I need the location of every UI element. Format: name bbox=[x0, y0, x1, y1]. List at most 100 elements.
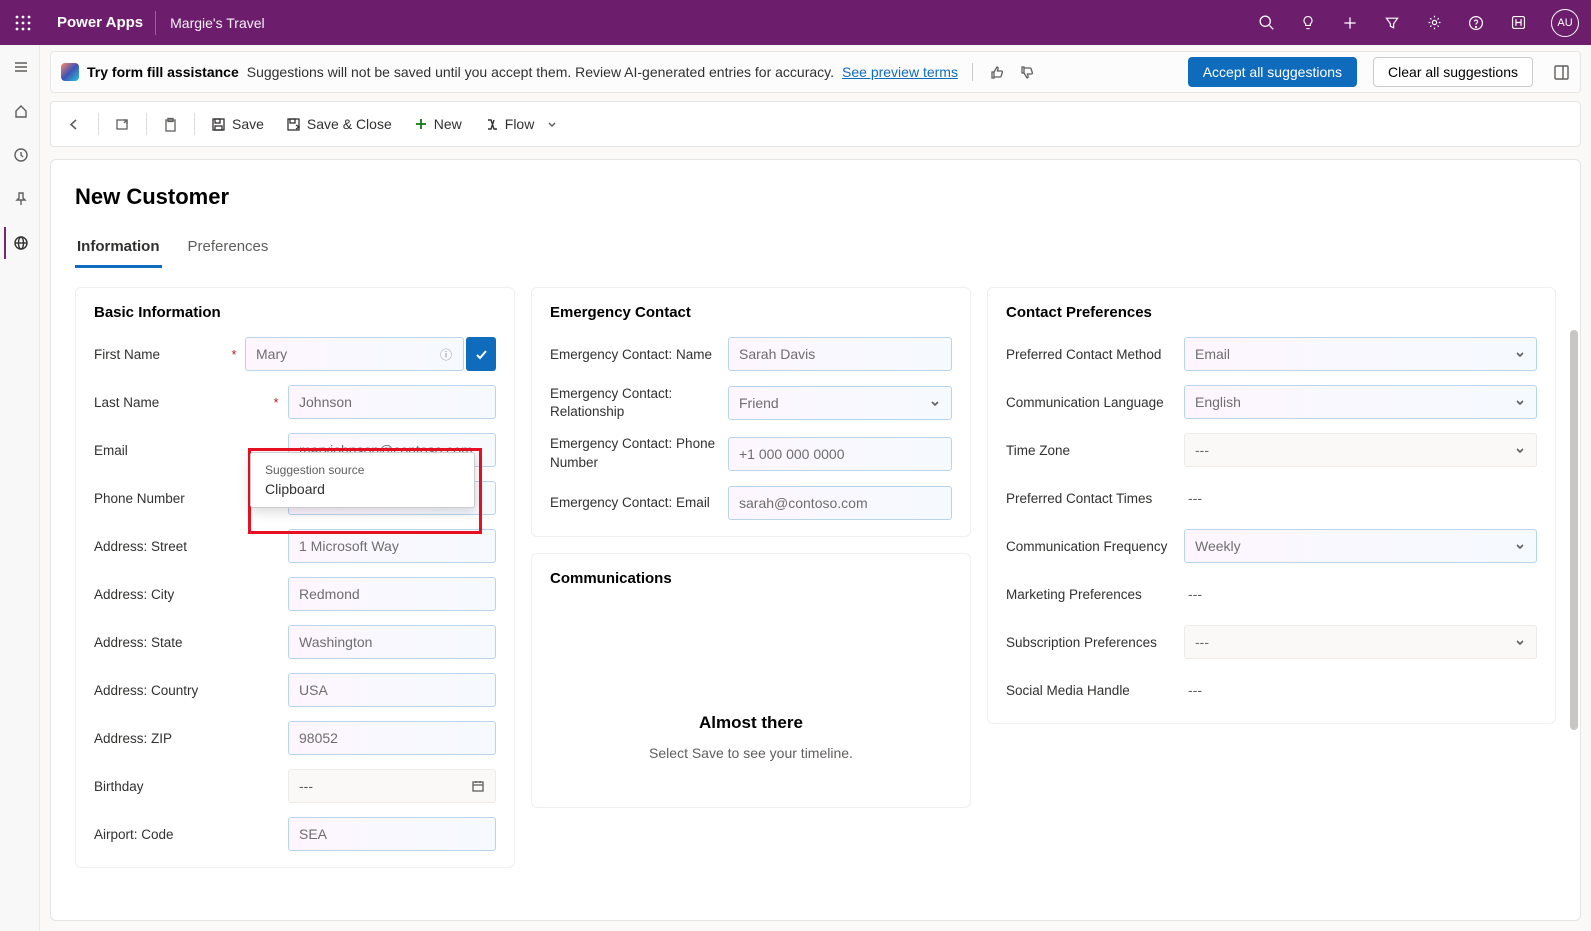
info-icon[interactable]: ⓘ bbox=[440, 346, 452, 363]
flow-button[interactable]: Flow bbox=[474, 110, 569, 138]
pref-marketing-label: Marketing Preferences bbox=[1006, 587, 1176, 602]
last-name-input[interactable] bbox=[288, 385, 496, 419]
birthday-label: Birthday bbox=[94, 779, 264, 794]
notification-title: Try form fill assistance bbox=[87, 64, 239, 80]
pref-marketing-value[interactable]: --- bbox=[1184, 577, 1537, 611]
notification-link[interactable]: See preview terms bbox=[842, 64, 958, 80]
section-preferences: Contact Preferences Preferred Contact Me… bbox=[987, 287, 1556, 724]
emergency-rel-label: Emergency Contact: Relationship bbox=[550, 385, 720, 421]
scrollbar[interactable] bbox=[1570, 330, 1578, 730]
tab-information[interactable]: Information bbox=[75, 232, 162, 268]
left-nav-rail bbox=[0, 45, 40, 931]
airport-input[interactable] bbox=[288, 817, 496, 851]
section-basic-info: Basic Information First Name * ⓘ Last Na… bbox=[75, 287, 515, 868]
expand-panel-icon[interactable] bbox=[1553, 64, 1570, 81]
content-card: New Customer Information Preferences Bas… bbox=[50, 159, 1581, 921]
settings-icon[interactable] bbox=[1413, 0, 1455, 45]
section-comm-title: Communications bbox=[550, 570, 952, 587]
lightbulb-icon[interactable] bbox=[1287, 0, 1329, 45]
zip-input[interactable] bbox=[288, 721, 496, 755]
pref-sub-select[interactable]: --- bbox=[1184, 625, 1537, 659]
suggestion-tooltip: Suggestion source Clipboard bbox=[250, 452, 475, 508]
pref-freq-label: Communication Frequency bbox=[1006, 539, 1176, 554]
city-input[interactable] bbox=[288, 577, 496, 611]
pref-sub-label: Subscription Preferences bbox=[1006, 635, 1176, 650]
chevron-down-icon bbox=[1514, 348, 1526, 360]
open-new-window-button[interactable] bbox=[105, 111, 140, 138]
country-input[interactable] bbox=[288, 673, 496, 707]
tooltip-value: Clipboard bbox=[265, 481, 460, 497]
office-icon[interactable] bbox=[1497, 0, 1539, 45]
globe-icon[interactable] bbox=[4, 227, 36, 259]
birthday-input[interactable]: --- bbox=[288, 769, 496, 803]
home-icon[interactable] bbox=[4, 95, 36, 127]
section-basic-title: Basic Information bbox=[94, 304, 496, 321]
notification-bar: Try form fill assistance Suggestions wil… bbox=[50, 51, 1581, 93]
chevron-down-icon bbox=[1514, 444, 1526, 456]
comm-empty-title: Almost there bbox=[560, 713, 942, 733]
emergency-phone-input[interactable] bbox=[728, 437, 952, 471]
pref-tz-label: Time Zone bbox=[1006, 443, 1176, 458]
copilot-icon bbox=[61, 63, 79, 81]
pref-social-value[interactable]: --- bbox=[1184, 673, 1537, 707]
recent-icon[interactable] bbox=[4, 139, 36, 171]
chevron-down-icon bbox=[929, 397, 941, 409]
accept-suggestion-button[interactable] bbox=[466, 337, 496, 371]
save-button[interactable]: Save bbox=[201, 110, 274, 138]
new-button[interactable]: New bbox=[404, 110, 472, 138]
add-icon[interactable] bbox=[1329, 0, 1371, 45]
back-button[interactable] bbox=[57, 111, 92, 138]
search-icon[interactable] bbox=[1245, 0, 1287, 45]
pref-method-label: Preferred Contact Method bbox=[1006, 347, 1176, 362]
save-close-button[interactable]: Save & Close bbox=[276, 110, 402, 138]
emergency-name-input[interactable] bbox=[728, 337, 952, 371]
pinned-icon[interactable] bbox=[4, 183, 36, 215]
first-name-label: First Name bbox=[94, 347, 223, 362]
chevron-down-icon bbox=[1514, 636, 1526, 648]
clear-all-button[interactable]: Clear all suggestions bbox=[1373, 57, 1533, 87]
comm-empty-text: Select Save to see your timeline. bbox=[560, 745, 942, 761]
section-communications: Communications Almost there Select Save … bbox=[531, 553, 971, 808]
hamburger-icon[interactable] bbox=[4, 51, 36, 83]
section-emergency: Emergency Contact Emergency Contact: Nam… bbox=[531, 287, 971, 537]
country-label: Address: Country bbox=[94, 683, 264, 698]
global-header: Power Apps Margie's Travel AU bbox=[0, 0, 1591, 45]
pref-lang-select[interactable]: English bbox=[1184, 385, 1537, 419]
pref-times-value[interactable]: --- bbox=[1184, 481, 1537, 515]
command-bar: Save Save & Close New Flow bbox=[50, 101, 1581, 147]
first-name-input[interactable] bbox=[245, 337, 464, 371]
thumbs-down-icon[interactable] bbox=[1017, 61, 1039, 83]
pref-tz-select[interactable]: --- bbox=[1184, 433, 1537, 467]
brand-label: Power Apps bbox=[45, 11, 156, 35]
zip-label: Address: ZIP bbox=[94, 731, 264, 746]
state-label: Address: State bbox=[94, 635, 264, 650]
airport-label: Airport: Code bbox=[94, 827, 264, 842]
help-icon[interactable] bbox=[1455, 0, 1497, 45]
pref-method-select[interactable]: Email bbox=[1184, 337, 1537, 371]
pref-times-label: Preferred Contact Times bbox=[1006, 491, 1176, 506]
accept-all-button[interactable]: Accept all suggestions bbox=[1188, 57, 1357, 87]
user-avatar[interactable]: AU bbox=[1551, 9, 1579, 37]
environment-label[interactable]: Margie's Travel bbox=[156, 15, 278, 31]
clipboard-button[interactable] bbox=[153, 111, 188, 138]
thumbs-up-icon[interactable] bbox=[987, 61, 1009, 83]
phone-label: Phone Number bbox=[94, 491, 264, 506]
pref-freq-select[interactable]: Weekly bbox=[1184, 529, 1537, 563]
pref-social-label: Social Media Handle bbox=[1006, 683, 1176, 698]
section-emergency-title: Emergency Contact bbox=[550, 304, 952, 321]
emergency-email-input[interactable] bbox=[728, 486, 952, 520]
emergency-name-label: Emergency Contact: Name bbox=[550, 347, 720, 362]
chevron-down-icon bbox=[1514, 396, 1526, 408]
emergency-phone-label: Emergency Contact: Phone Number bbox=[550, 435, 720, 471]
app-launcher-button[interactable] bbox=[0, 0, 45, 45]
chevron-down-icon bbox=[1514, 540, 1526, 552]
tooltip-label: Suggestion source bbox=[265, 463, 460, 477]
tab-preferences[interactable]: Preferences bbox=[186, 232, 271, 268]
street-input[interactable] bbox=[288, 529, 496, 563]
email-label: Email bbox=[94, 443, 264, 458]
state-input[interactable] bbox=[288, 625, 496, 659]
calendar-icon bbox=[471, 779, 485, 793]
filter-icon[interactable] bbox=[1371, 0, 1413, 45]
emergency-rel-select[interactable]: Friend bbox=[728, 386, 952, 420]
pref-lang-label: Communication Language bbox=[1006, 395, 1176, 410]
